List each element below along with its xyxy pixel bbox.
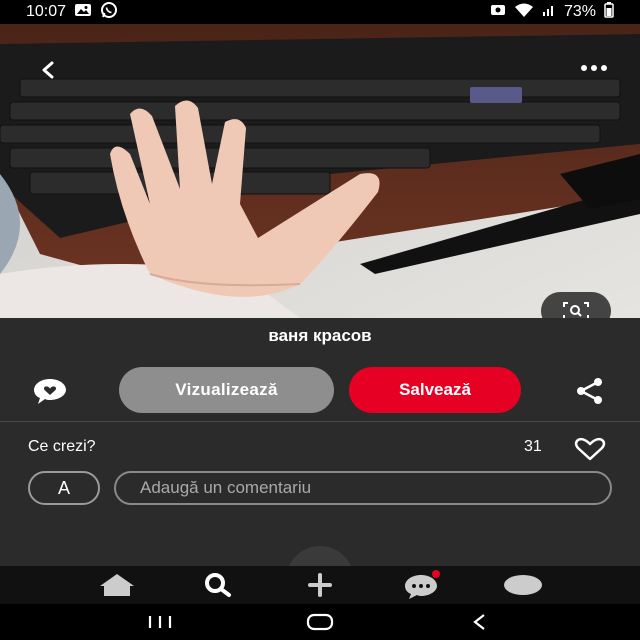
messages-icon (404, 570, 440, 599)
gallery-notification-icon (74, 3, 92, 22)
nav-profile[interactable] (501, 568, 545, 602)
share-icon (577, 378, 602, 404)
save-button[interactable]: Salvează (349, 367, 521, 413)
more-dot (601, 65, 607, 71)
recents-icon (148, 616, 172, 628)
recents-button[interactable] (136, 607, 184, 637)
chat-heart-icon (34, 379, 66, 404)
more-dot (591, 65, 597, 71)
comments-header: Ce crezi? 31 (0, 434, 640, 462)
share-button[interactable] (572, 376, 608, 406)
bottom-navbar (0, 566, 640, 604)
nav-search[interactable] (196, 568, 240, 602)
search-icon (205, 573, 232, 597)
plus-icon (307, 573, 332, 597)
pin-image[interactable] (0, 24, 640, 318)
keyboard-photo (0, 24, 640, 318)
back-system-button[interactable] (456, 607, 504, 637)
visual-search-button[interactable] (541, 292, 611, 318)
home-icon (99, 574, 134, 596)
pin-actions: Vizualizează Salvează (0, 366, 640, 414)
profile-icon (504, 575, 543, 595)
section-divider (0, 421, 640, 422)
like-count: 31 (524, 438, 542, 455)
battery-percent: 73% (563, 3, 596, 20)
back-button[interactable] (30, 52, 66, 88)
vpn-key-icon (490, 3, 506, 22)
avatar[interactable]: A (28, 471, 100, 505)
visual-search-icon (563, 302, 589, 318)
app-screen: 10:07 73% ваня красов Vizualizează Salve… (0, 0, 640, 640)
comment-button[interactable] (30, 376, 70, 406)
more-options-button[interactable] (574, 58, 614, 78)
wifi-icon (514, 2, 534, 23)
signal-icon (542, 3, 556, 22)
whatsapp-notification-icon (100, 1, 118, 24)
comment-input[interactable] (114, 471, 612, 505)
system-navbar (0, 604, 640, 640)
like-button[interactable] (572, 436, 608, 462)
heart-outline-icon (574, 437, 606, 461)
notification-dot (431, 570, 440, 578)
view-button[interactable]: Vizualizează (119, 367, 334, 413)
nav-home[interactable] (95, 568, 139, 602)
pin-author[interactable]: ваня красов (0, 326, 640, 346)
status-right: 73% (490, 1, 614, 23)
status-bar: 10:07 73% (0, 0, 640, 24)
home-system-button[interactable] (296, 607, 344, 637)
back-icon (473, 614, 485, 630)
battery-icon (604, 1, 614, 23)
comments-prompt: Ce crezi? (28, 438, 96, 455)
nav-messages[interactable] (400, 568, 444, 602)
nav-create[interactable] (298, 568, 342, 602)
more-dots-icon (581, 65, 587, 71)
chevron-left-icon (42, 61, 54, 79)
status-time: 10:07 (26, 3, 67, 20)
status-left: 10:07 (26, 1, 118, 24)
home-pill-icon (306, 613, 334, 631)
